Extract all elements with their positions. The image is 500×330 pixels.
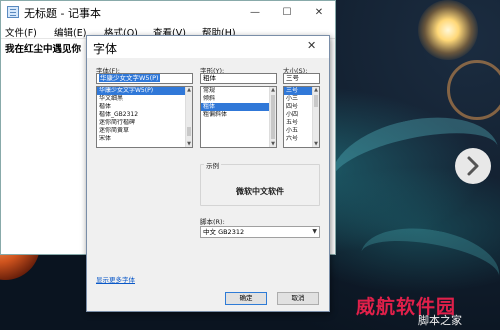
notepad-titlebar[interactable]: 无标题 - 记事本 — ☐ ✕: [1, 1, 335, 23]
font-size-list[interactable]: 三号 小三 四号 小四 五号 小五 六号 ▲ ▼: [283, 86, 320, 148]
font-list-item[interactable]: 华康少女文字W5(P): [97, 87, 192, 95]
font-size-input[interactable]: 三号: [283, 73, 320, 84]
chevron-down-icon[interactable]: ▼: [312, 227, 317, 237]
watermark-subtext: 脚本之家: [418, 314, 462, 327]
scroll-down-icon[interactable]: ▼: [313, 141, 319, 147]
minimize-button[interactable]: —: [239, 1, 271, 23]
size-list-scrollbar[interactable]: ▲ ▼: [312, 87, 319, 147]
style-list-item[interactable]: 倾斜: [201, 95, 276, 103]
scroll-up-icon[interactable]: ▲: [313, 87, 319, 93]
font-name-input[interactable]: 华康少女文字W5(P): [96, 73, 193, 84]
font-list-scrollbar[interactable]: ▲ ▼: [185, 87, 192, 147]
scroll-thumb[interactable]: [271, 95, 275, 139]
sample-group: [200, 164, 320, 206]
style-list-item[interactable]: 粗体: [201, 103, 276, 111]
dialog-close-button[interactable]: ✕: [307, 39, 316, 52]
scroll-down-icon[interactable]: ▼: [270, 141, 276, 147]
notepad-app-icon: [7, 6, 19, 18]
scroll-down-icon[interactable]: ▼: [186, 141, 192, 147]
font-dialog: 字体 ✕ 字体(F): 华康少女文字W5(P) 华康少女文字W5(P) 华文细黑…: [86, 35, 330, 312]
font-style-list[interactable]: 常规 倾斜 粗体 粗偏斜体 ▲ ▼: [200, 86, 277, 148]
watermark: 威航软件园 脚本之家: [356, 292, 496, 328]
style-list-scrollbar[interactable]: ▲ ▼: [269, 87, 276, 147]
script-select[interactable]: 中文 GB2312 ▼: [200, 226, 320, 238]
font-list-item[interactable]: 楷体_GB2312: [97, 111, 192, 119]
script-label: 脚本(R):: [200, 218, 225, 226]
sun-glow: [418, 0, 478, 60]
maximize-button[interactable]: ☐: [271, 1, 303, 23]
scroll-up-icon[interactable]: ▲: [270, 87, 276, 93]
style-list-item[interactable]: 常规: [201, 87, 276, 95]
ok-button[interactable]: 确定: [225, 292, 267, 305]
font-list-item[interactable]: 楷体: [97, 103, 192, 111]
font-dialog-titlebar[interactable]: 字体 ✕: [87, 36, 329, 58]
next-image-button[interactable]: [455, 148, 491, 184]
show-more-fonts-link[interactable]: 显示更多字体: [96, 274, 135, 284]
script-select-value: 中文 GB2312: [203, 228, 245, 236]
notepad-title: 无标题 - 记事本: [24, 7, 101, 20]
planet-ring: [447, 60, 500, 120]
font-name-value: 华康少女文字W5(P): [99, 74, 160, 82]
scroll-up-icon[interactable]: ▲: [186, 87, 192, 93]
sample-label: 示例: [204, 160, 221, 170]
chevron-right-icon: [467, 156, 479, 176]
font-list-item[interactable]: 华文细黑: [97, 95, 192, 103]
font-list-item[interactable]: 迷你简黄草: [97, 127, 192, 135]
sample-preview-text: 微软中文软件: [236, 187, 284, 196]
scroll-thumb[interactable]: [187, 127, 191, 136]
menu-file[interactable]: 文件(F): [5, 25, 37, 39]
font-dialog-title: 字体: [93, 42, 118, 56]
cancel-button[interactable]: 取消: [277, 292, 319, 305]
scroll-thumb[interactable]: [314, 95, 318, 107]
font-list-item[interactable]: 迷你简行楷碑: [97, 119, 192, 127]
close-button[interactable]: ✕: [303, 1, 335, 23]
menu-edit[interactable]: 编辑(E): [54, 25, 86, 39]
notepad-text-content[interactable]: 我在红尘中遇见你: [5, 41, 81, 55]
style-list-item[interactable]: 粗偏斜体: [201, 111, 276, 119]
font-style-input[interactable]: 粗体: [200, 73, 277, 84]
font-list-item[interactable]: 宋体: [97, 135, 192, 143]
font-list[interactable]: 华康少女文字W5(P) 华文细黑 楷体 楷体_GB2312 迷你简行楷碑 迷你简…: [96, 86, 193, 148]
